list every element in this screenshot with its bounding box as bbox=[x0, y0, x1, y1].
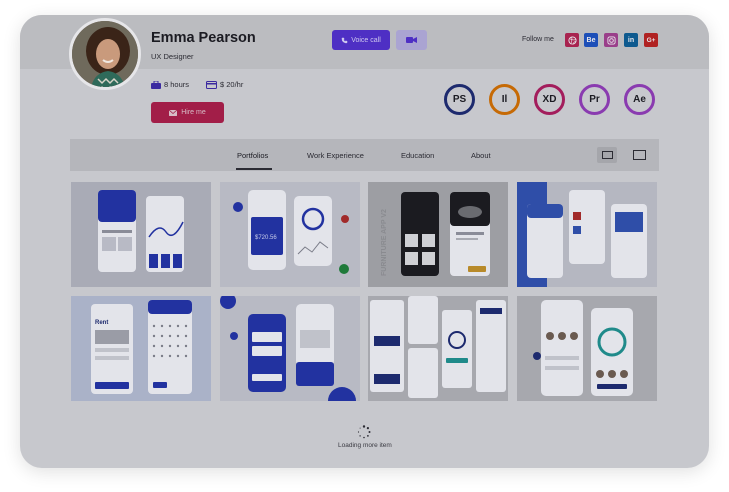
behance-link[interactable]: Be bbox=[584, 33, 598, 47]
follow-me-label: Follow me bbox=[522, 36, 554, 43]
loading-spinner-icon bbox=[357, 425, 371, 439]
active-tab-underline bbox=[236, 168, 272, 170]
hire-me-button[interactable]: Hire me bbox=[151, 102, 224, 123]
tab-about[interactable]: About bbox=[471, 151, 491, 160]
skill-illustrator: Il bbox=[489, 84, 520, 115]
portfolio-tile-6[interactable] bbox=[220, 296, 360, 401]
portfolio-tile-1[interactable] bbox=[71, 182, 211, 287]
loading-more-text: Loading more item bbox=[338, 442, 392, 449]
wallet-app-mockup-icon bbox=[98, 190, 184, 272]
svg-text:Rent: Rent bbox=[95, 320, 108, 326]
skill-after-effects: Ae bbox=[624, 84, 655, 115]
finance-app-mockup-icon: $720.56 bbox=[233, 190, 349, 274]
avatar bbox=[69, 18, 141, 90]
wide-view-icon bbox=[632, 150, 646, 160]
video-camera-icon bbox=[406, 37, 417, 43]
rate-info: $ 20/hr bbox=[206, 80, 243, 89]
hire-me-label: Hire me bbox=[181, 109, 206, 116]
tab-education[interactable]: Education bbox=[401, 151, 434, 160]
instagram-link[interactable] bbox=[604, 33, 618, 47]
hours-text: 8 hours bbox=[164, 80, 190, 89]
health-app-mockup-icon bbox=[527, 182, 657, 287]
apartment-booking-mockup-icon: Rent bbox=[91, 300, 192, 394]
google-plus-icon: G+ bbox=[646, 36, 656, 44]
voice-call-button[interactable]: Voice call bbox=[332, 30, 390, 50]
phone-icon bbox=[341, 37, 348, 43]
profile-name: Emma Pearson bbox=[151, 30, 256, 46]
portfolio-tile-4[interactable] bbox=[517, 182, 657, 287]
linkedin-link[interactable]: in bbox=[624, 33, 638, 47]
profile-card: Emma Pearson UX Designer Voice call Foll… bbox=[20, 15, 709, 468]
rate-text: $ 20/hr bbox=[220, 80, 244, 89]
furniture-caption: FURNITURE APP V2 bbox=[381, 209, 388, 276]
grid-view-button[interactable] bbox=[597, 147, 617, 163]
portfolio-tile-2[interactable]: $720.56 bbox=[220, 182, 360, 287]
avatar-portrait-icon bbox=[72, 21, 138, 87]
linkedin-icon: in bbox=[627, 36, 635, 44]
instagram-icon bbox=[606, 35, 616, 45]
smart-home-mockup-icon bbox=[220, 296, 356, 401]
banking-dashboard-mockup-icon bbox=[370, 296, 506, 398]
single-view-icon bbox=[601, 151, 613, 159]
profile-role: UX Designer bbox=[151, 52, 194, 61]
behance-icon: Be bbox=[586, 36, 596, 44]
skill-premiere: Pr bbox=[579, 84, 610, 115]
dribbble-icon bbox=[567, 35, 577, 45]
google-plus-link[interactable]: G+ bbox=[644, 33, 658, 47]
portfolio-tabbar: Portfolios Work Experience Education Abo… bbox=[70, 139, 659, 171]
portfolio-tile-5[interactable]: Rent bbox=[71, 296, 211, 401]
video-call-button[interactable] bbox=[396, 30, 427, 50]
portfolio-tile-3[interactable]: FURNITURE APP V2 bbox=[368, 182, 508, 287]
list-view-button[interactable] bbox=[629, 147, 649, 163]
dribbble-link[interactable] bbox=[565, 33, 579, 47]
portfolio-tile-7[interactable] bbox=[368, 296, 508, 401]
briefcase-icon bbox=[151, 80, 161, 89]
credit-card-icon bbox=[206, 80, 217, 89]
skill-photoshop: PS bbox=[444, 84, 475, 115]
tab-work-experience[interactable]: Work Experience bbox=[307, 151, 364, 160]
portfolio-tile-8[interactable] bbox=[517, 296, 657, 401]
tab-portfolios[interactable]: Portfolios bbox=[237, 151, 268, 160]
svg-text:$720.56: $720.56 bbox=[255, 235, 277, 241]
voice-call-label: Voice call bbox=[351, 36, 381, 44]
skill-xd: XD bbox=[534, 84, 565, 115]
hours-info: 8 hours bbox=[151, 80, 189, 89]
mail-icon bbox=[169, 109, 178, 116]
fitness-app-mockup-icon bbox=[533, 300, 633, 396]
